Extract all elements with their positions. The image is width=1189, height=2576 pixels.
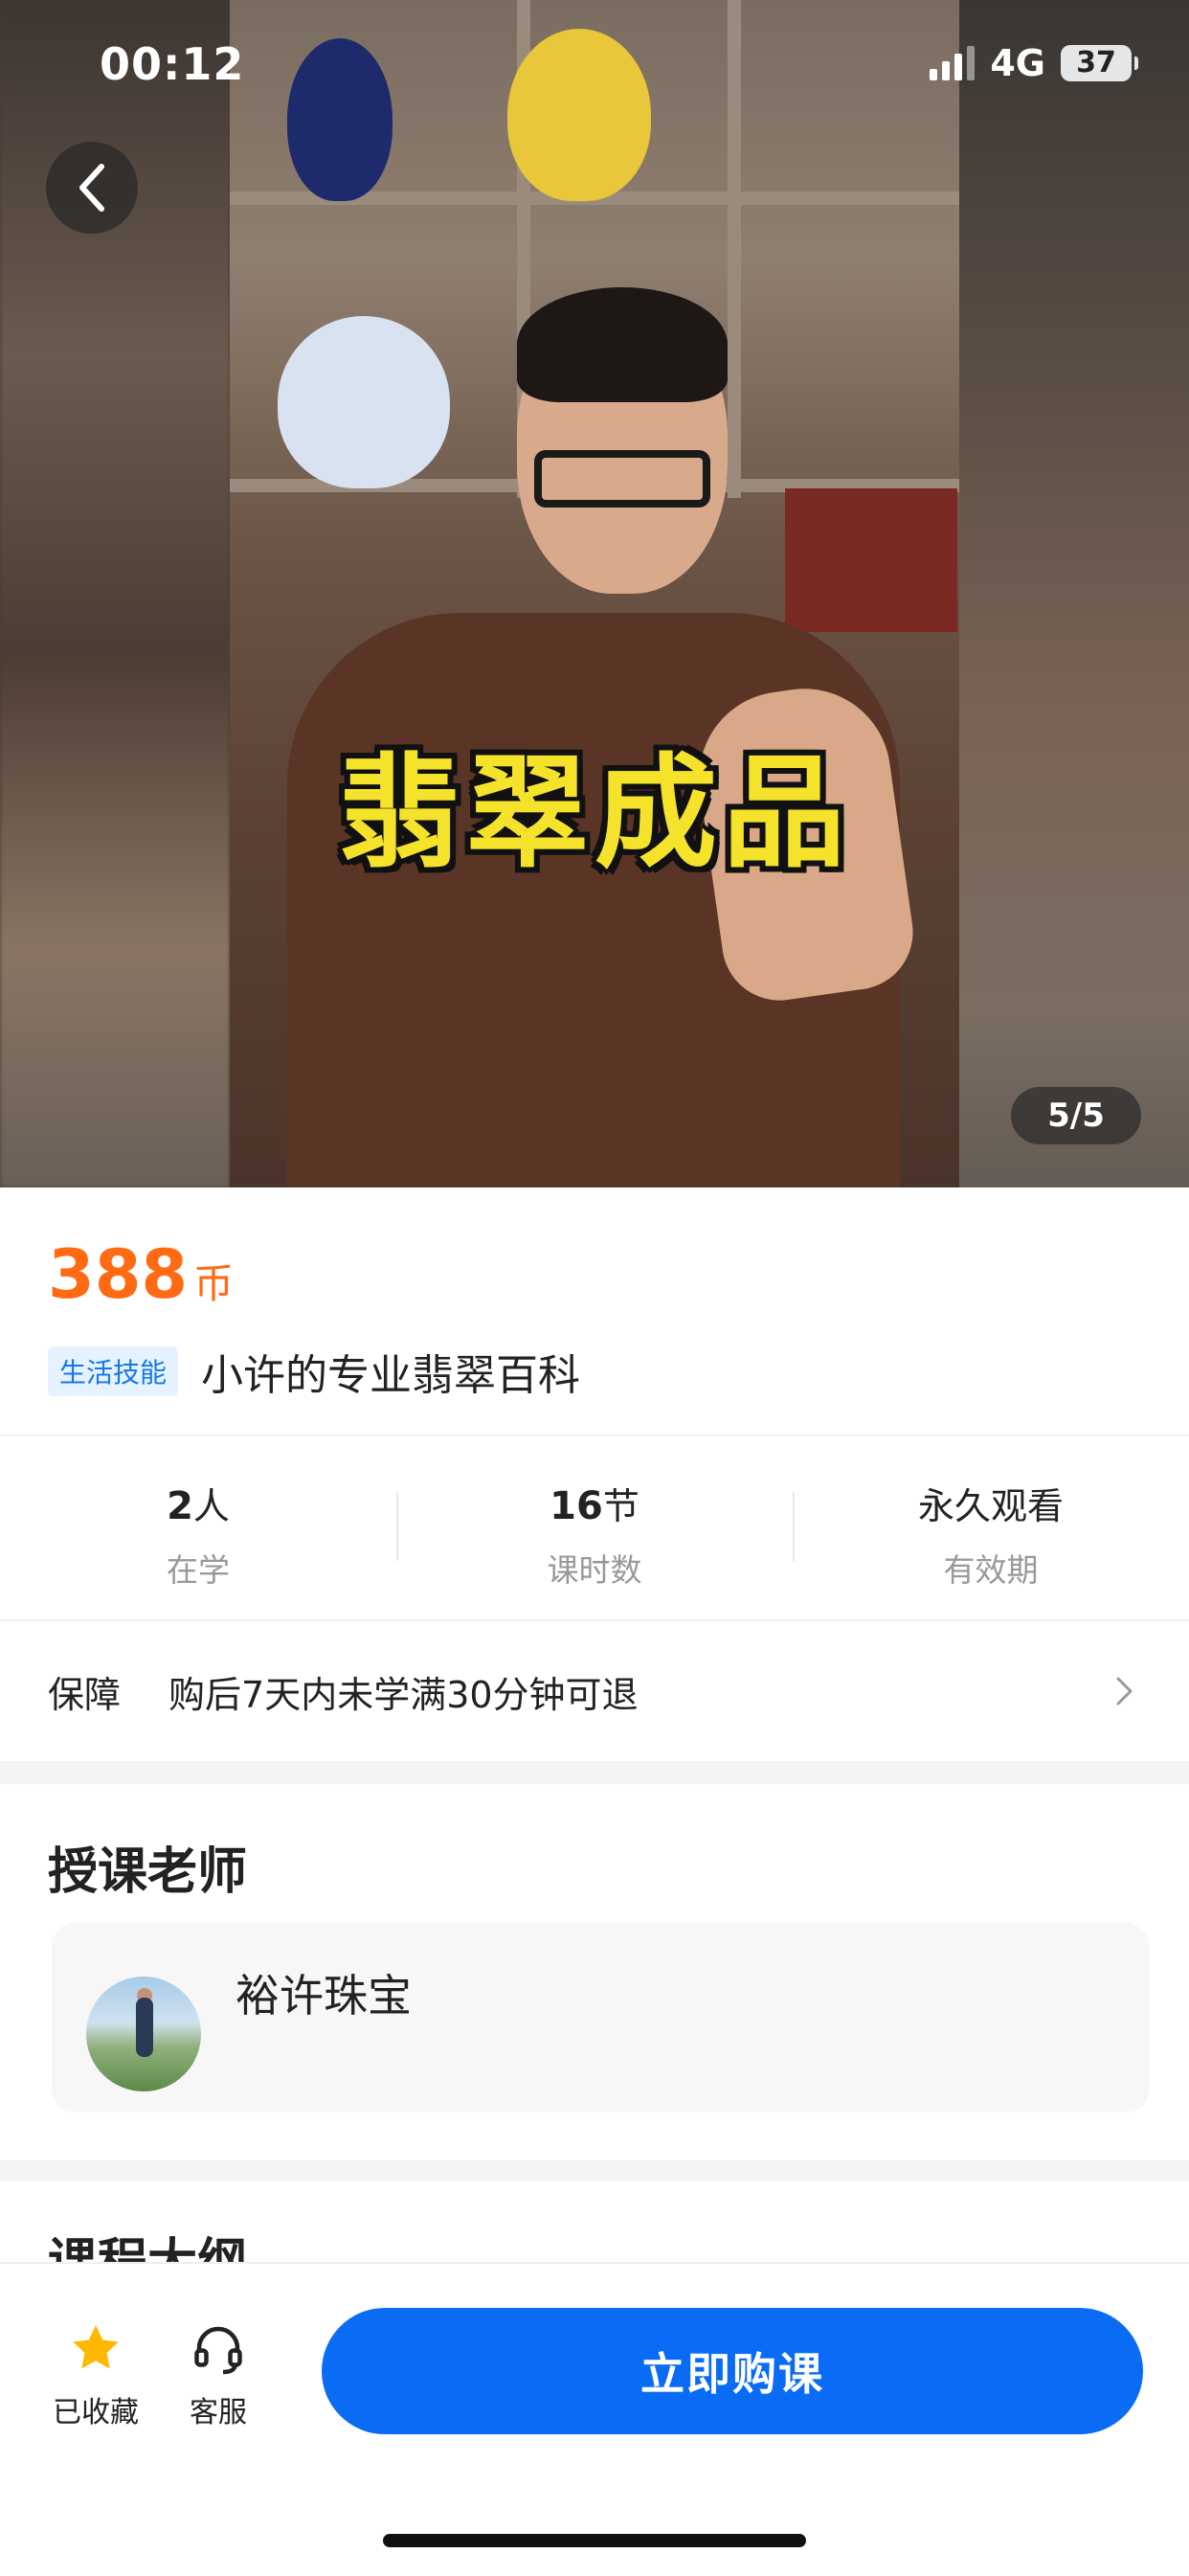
guarantee-row[interactable]: 保障 购后7天内未学满30分钟可退 bbox=[0, 1621, 1189, 1761]
stat-lessons: 16节 课时数 bbox=[396, 1436, 793, 1618]
network-type: 4G bbox=[990, 42, 1045, 84]
stat-value: 永久观看 bbox=[917, 1485, 1064, 1527]
media-counter: 5/5 bbox=[1011, 1087, 1141, 1144]
guarantee-text: 购后7天内未学满30分钟可退 bbox=[168, 1673, 639, 1716]
video-frame bbox=[230, 0, 959, 1187]
category-tag: 生活技能 bbox=[48, 1346, 179, 1396]
favorite-button[interactable]: 已收藏 bbox=[38, 2319, 153, 2430]
stat-unit: 节 bbox=[602, 1485, 639, 1527]
section-gap bbox=[0, 2160, 1189, 2181]
stat-validity: 永久观看 有效期 bbox=[793, 1436, 1189, 1618]
stat-unit: 人 bbox=[192, 1485, 230, 1527]
stat-learners: 2人 在学 bbox=[0, 1436, 396, 1618]
headset-icon bbox=[194, 2326, 242, 2375]
stat-value: 2 bbox=[167, 1484, 193, 1528]
avatar bbox=[86, 1977, 201, 2091]
guarantee-label: 保障 bbox=[48, 1673, 122, 1716]
battery-icon: 37 bbox=[1061, 45, 1138, 81]
stat-label: 有效期 bbox=[943, 1551, 1039, 1589]
section-gap bbox=[0, 1761, 1189, 1784]
course-title: 小许的专业翡翠百科 bbox=[201, 1351, 581, 1400]
stat-label: 在学 bbox=[167, 1551, 230, 1589]
favorite-label: 已收藏 bbox=[53, 2396, 139, 2429]
course-title-row: 生活技能 小许的专业翡翠百科 bbox=[48, 1341, 580, 1402]
teacher-section-title: 授课老师 bbox=[48, 1843, 248, 1901]
customer-service-button[interactable]: 客服 bbox=[161, 2319, 276, 2430]
teacher-card[interactable]: 裕许珠宝 bbox=[52, 1923, 1149, 2113]
status-indicators: 4G 37 bbox=[930, 42, 1138, 84]
buy-course-button[interactable]: 立即购课 bbox=[322, 2308, 1143, 2434]
teacher-name: 裕许珠宝 bbox=[236, 1970, 412, 2022]
price: 388 币 bbox=[48, 1235, 234, 1314]
bottom-action-bar: 已收藏 客服 立即购课 bbox=[0, 2262, 1189, 2576]
stat-label: 课时数 bbox=[547, 1551, 642, 1589]
chevron-left-icon bbox=[79, 164, 104, 212]
course-stats: 2人 在学 16节 课时数 永久观看 有效期 bbox=[0, 1436, 1189, 1618]
signal-icon bbox=[930, 46, 976, 80]
price-amount: 388 bbox=[48, 1235, 189, 1314]
status-time: 00:12 bbox=[100, 38, 245, 90]
service-label: 客服 bbox=[190, 2396, 247, 2429]
chevron-right-icon bbox=[1116, 1677, 1133, 1706]
course-video-cover[interactable]: 翡翠成品 00:12 4G 37 5/5 bbox=[0, 0, 1189, 1187]
price-unit: 币 bbox=[193, 1260, 235, 1307]
video-caption: 翡翠成品 bbox=[337, 742, 851, 885]
home-indicator bbox=[383, 2534, 806, 2547]
stat-value: 16 bbox=[550, 1484, 603, 1528]
star-icon bbox=[73, 2325, 119, 2369]
blurred-background-right bbox=[959, 0, 1189, 1187]
back-button[interactable] bbox=[46, 142, 138, 234]
